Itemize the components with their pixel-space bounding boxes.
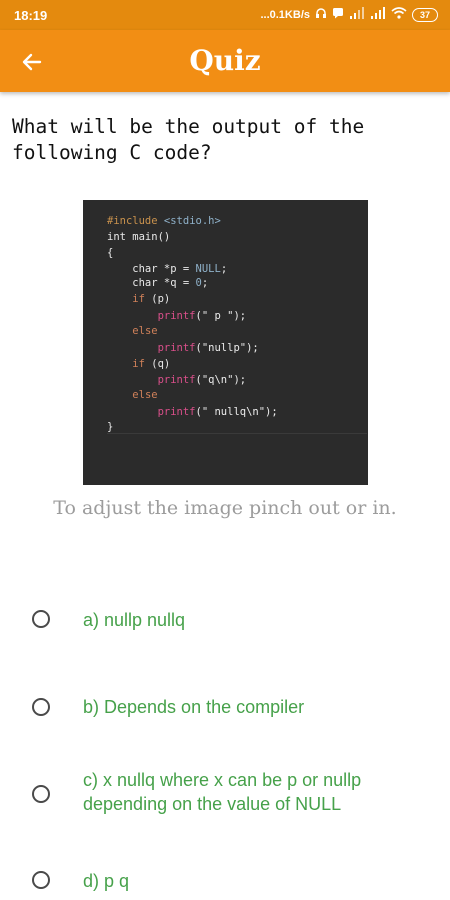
radio-button[interactable] bbox=[32, 698, 50, 716]
code-line: else bbox=[132, 325, 158, 337]
code-line: if (q) bbox=[132, 358, 171, 370]
code-line: else bbox=[132, 389, 158, 401]
network-speed: ...0.1KB/s bbox=[260, 8, 310, 21]
wifi-icon bbox=[391, 7, 407, 22]
code-line: printf("q\n"); bbox=[157, 374, 247, 386]
radio-button[interactable] bbox=[32, 610, 50, 628]
code-line: #include <stdio.h> bbox=[107, 215, 221, 227]
option-c[interactable]: c) x nullq where x can be p or nullp dep… bbox=[0, 768, 450, 818]
code-image[interactable]: #include <stdio.h> int main() { char *p … bbox=[83, 200, 368, 485]
option-d[interactable]: d) p q bbox=[0, 869, 450, 893]
battery-icon: 37 bbox=[412, 7, 438, 22]
radio-button[interactable] bbox=[32, 871, 50, 889]
code-line: { bbox=[107, 247, 114, 259]
code-line: int main() bbox=[107, 231, 171, 243]
pinch-hint: To adjust the image pinch out or in. bbox=[53, 497, 397, 519]
code-line: printf(" nullq\n"); bbox=[157, 406, 278, 418]
code-line: char *p = NULL; bbox=[107, 263, 228, 275]
status-time: 18:19 bbox=[14, 8, 48, 23]
app-bar: Quiz bbox=[0, 30, 450, 92]
editor-divider bbox=[107, 433, 367, 434]
signal-icon-1 bbox=[349, 7, 365, 22]
status-bar: 18:19 ...0.1KB/s 37 bbox=[0, 0, 450, 30]
option-b[interactable]: b) Depends on the compiler bbox=[0, 695, 450, 719]
option-a[interactable]: a) nullp nullq bbox=[0, 608, 450, 632]
message-icon bbox=[332, 7, 344, 22]
code-line: printf("nullp"); bbox=[157, 342, 259, 354]
option-label: d) p q bbox=[83, 871, 130, 891]
code-line: } bbox=[107, 421, 114, 433]
page-title: Quiz bbox=[189, 44, 261, 77]
status-icons: ...0.1KB/s 37 bbox=[260, 7, 438, 22]
code-line: printf(" p "); bbox=[157, 310, 247, 322]
option-label: c) x nullq where x can be p or nullp dep… bbox=[83, 770, 362, 814]
signal-icon-2 bbox=[370, 7, 386, 22]
headphones-icon bbox=[315, 7, 327, 22]
question-text: What will be the output of the following… bbox=[12, 115, 365, 164]
code-line: if (p) bbox=[132, 293, 171, 305]
option-label: a) nullp nullq bbox=[83, 610, 186, 630]
option-label: b) Depends on the compiler bbox=[83, 697, 305, 717]
code-line: char *q = 0; bbox=[107, 277, 209, 289]
radio-button[interactable] bbox=[32, 785, 50, 803]
